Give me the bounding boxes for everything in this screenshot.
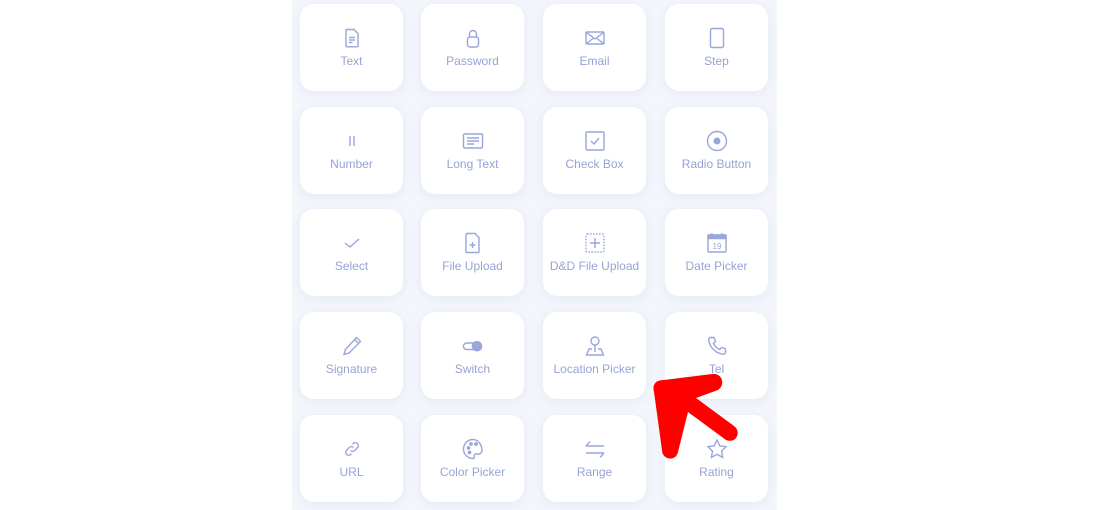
field-card-email[interactable]: Email [543, 4, 646, 91]
field-label: Color Picker [439, 465, 506, 479]
field-card-rating[interactable]: Rating [665, 415, 768, 502]
calendar-day-text: 19 [712, 242, 721, 251]
field-label: Long Text [446, 157, 499, 171]
field-card-select[interactable]: Select [300, 209, 403, 296]
field-label: D&D File Upload [549, 259, 640, 273]
field-card-date-picker[interactable]: 19 Date Picker [665, 209, 768, 296]
field-card-password[interactable]: Password [421, 4, 524, 91]
field-label: Text [340, 54, 363, 68]
field-label: Tel [708, 362, 725, 376]
field-label: Radio Button [681, 157, 752, 171]
field-label: Password [446, 54, 499, 68]
field-card-color-picker[interactable]: Color Picker [421, 415, 524, 502]
radio-icon [706, 130, 728, 152]
field-label: Switch [454, 362, 491, 376]
calendar-icon: 19 [706, 232, 728, 254]
field-label: Number [330, 157, 373, 171]
field-card-number[interactable]: Number [300, 107, 403, 194]
field-card-dnd-file-upload[interactable]: D&D File Upload [543, 209, 646, 296]
rectangle-icon [706, 27, 728, 49]
field-card-check-box[interactable]: Check Box [543, 107, 646, 194]
dashed-plus-box-icon [584, 232, 606, 254]
field-card-url[interactable]: URL [300, 415, 403, 502]
swap-arrows-icon [584, 438, 606, 460]
field-card-switch[interactable]: Switch [421, 312, 524, 399]
envelope-icon [584, 27, 606, 49]
document-text-icon [341, 27, 363, 49]
pencil-icon [341, 335, 363, 357]
number-bars-icon [341, 130, 363, 152]
lock-icon [462, 27, 484, 49]
toggle-icon [462, 335, 484, 357]
field-card-range[interactable]: Range [543, 415, 646, 502]
location-pin-icon [584, 335, 606, 357]
field-label: Range [576, 465, 613, 479]
field-label: Select [334, 259, 369, 273]
field-label: Date Picker [685, 259, 748, 273]
field-label: Signature [325, 362, 378, 376]
field-label: Rating [699, 465, 734, 479]
field-card-text[interactable]: Text [300, 4, 403, 91]
star-icon [705, 438, 728, 460]
field-card-location-picker[interactable]: Location Picker [543, 312, 646, 399]
link-icon [341, 438, 363, 460]
field-label: Check Box [565, 157, 624, 171]
palette-icon [462, 438, 484, 460]
field-label: File Upload [442, 259, 503, 273]
field-label: Email [579, 54, 610, 68]
field-card-signature[interactable]: Signature [300, 312, 403, 399]
form-field-palette: Text Password Email Step Number Long Tex… [292, 0, 777, 510]
field-card-step[interactable]: Step [665, 4, 768, 91]
field-card-radio-button[interactable]: Radio Button [665, 107, 768, 194]
field-label: Location Picker [553, 362, 636, 376]
field-card-long-text[interactable]: Long Text [421, 107, 524, 194]
checkbox-icon [584, 130, 606, 152]
phone-icon [706, 335, 728, 357]
text-box-icon [462, 130, 484, 152]
field-label: Step [704, 54, 729, 68]
checkmark-icon [341, 232, 363, 254]
field-card-tel[interactable]: Tel [665, 312, 768, 399]
field-label: URL [339, 465, 364, 479]
file-plus-icon [462, 232, 484, 254]
field-card-file-upload[interactable]: File Upload [421, 209, 524, 296]
